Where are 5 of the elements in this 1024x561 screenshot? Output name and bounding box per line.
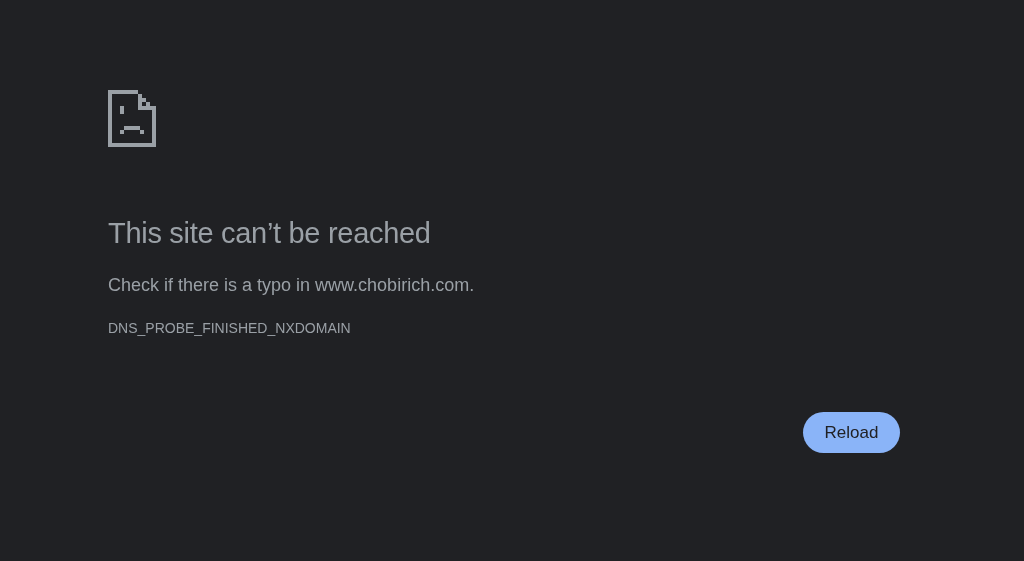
- sad-page-icon: [108, 90, 156, 147]
- error-code: DNS_PROBE_FINISHED_NXDOMAIN: [108, 319, 352, 337]
- error-heading: This site can’t be reached: [108, 216, 432, 251]
- reload-button[interactable]: Reload: [803, 412, 900, 453]
- error-message: Check if there is a typo in www.chobirich.com.: [108, 274, 476, 297]
